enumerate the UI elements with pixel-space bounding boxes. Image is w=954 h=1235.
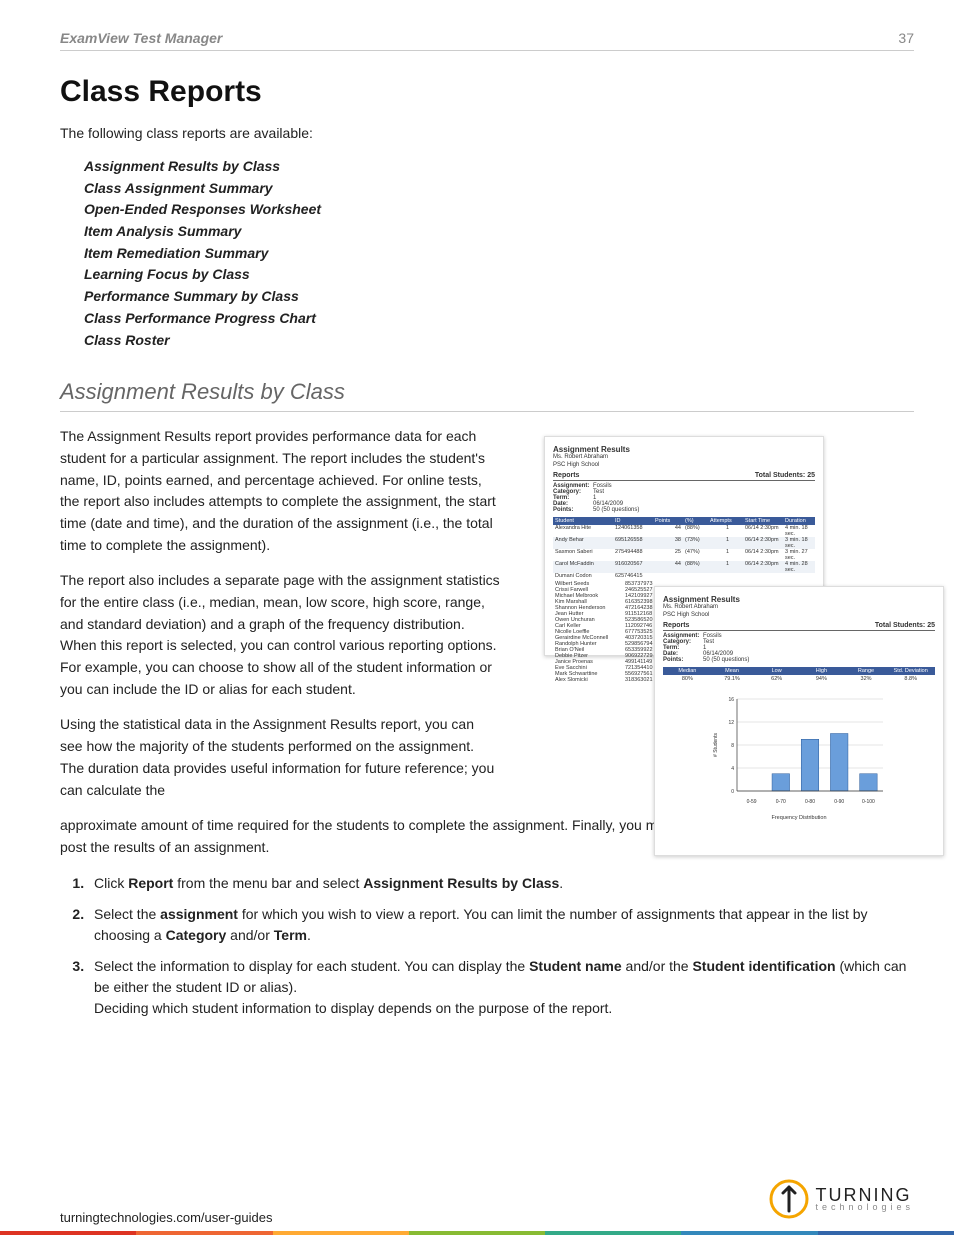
svg-text:0-100: 0-100: [862, 799, 875, 805]
svg-text:4: 4: [731, 766, 734, 772]
report-item: Class Performance Progress Chart: [84, 308, 914, 330]
intro-text: The following class reports are availabl…: [60, 123, 914, 144]
logo-text-bottom: technologies: [815, 1203, 914, 1211]
page-title: Class Reports: [60, 75, 914, 109]
frequency-chart: 0 4 8 12 16 # Students 0-59 0-70 0-80 0-90 0-100 F…: [663, 693, 935, 821]
rs-reports-label: Reports: [553, 472, 579, 479]
rs-school: PSC High School: [663, 612, 935, 618]
step-item: Select the information to display for ea…: [88, 956, 914, 1019]
rs-table-header: StudentIDPoints(%)AttemptsStart TimeDura…: [553, 517, 815, 525]
rs-teacher: Ms. Robert Abraham: [663, 604, 935, 610]
table-row: Dumani Codon625746415: [553, 573, 815, 579]
rs-meta: Assignment:Fossils Category:Test Term:1 …: [553, 483, 815, 513]
section-title: Assignment Results by Class: [60, 379, 914, 412]
svg-text:# Students: # Students: [713, 733, 719, 757]
svg-text:0-59: 0-59: [747, 799, 757, 805]
rs-meta: Assignment:Fossils Category:Test Term:1 …: [663, 633, 935, 663]
report-item: Class Assignment Summary: [84, 178, 914, 200]
svg-text:0-70: 0-70: [776, 799, 786, 805]
page-footer: turningtechnologies.com/user-guides TURN…: [60, 1209, 914, 1225]
rs-total-students: Total Students: 25: [875, 622, 935, 629]
rs-reports-label: Reports: [663, 622, 689, 629]
svg-text:0-90: 0-90: [834, 799, 844, 805]
report-item: Item Analysis Summary: [84, 221, 914, 243]
report-item: Item Remediation Summary: [84, 243, 914, 265]
steps-list: Click Report from the menu bar and selec…: [88, 873, 914, 1019]
report-item: Assignment Results by Class: [84, 156, 914, 178]
logo-text-top: TURNING: [815, 1187, 914, 1203]
report-item: Open-Ended Responses Worksheet: [84, 199, 914, 221]
svg-text:0-80: 0-80: [805, 799, 815, 805]
content-wrap: The Assignment Results report provides p…: [60, 426, 914, 1018]
page-number: 37: [898, 30, 914, 46]
color-stripe: [0, 1231, 954, 1235]
report-item: Learning Focus by Class: [84, 264, 914, 286]
page-header: ExamView Test Manager 37: [60, 30, 914, 51]
body-paragraph: The report also includes a separate page…: [60, 570, 500, 700]
header-title: ExamView Test Manager: [60, 30, 222, 46]
stats-header: MedianMeanLowHighRangeStd. Deviation: [663, 667, 935, 675]
logo-icon: [769, 1179, 809, 1219]
footer-url: turningtechnologies.com/user-guides: [60, 1210, 272, 1225]
svg-text:16: 16: [728, 697, 734, 703]
report-figure: Assignment Results Ms. Robert Abraham PS…: [544, 436, 914, 846]
report-item: Performance Summary by Class: [84, 286, 914, 308]
svg-text:12: 12: [728, 720, 734, 726]
rs-school: PSC High School: [553, 462, 815, 468]
stats-row: 80%79.1%62%94%32%8.8%: [663, 675, 935, 683]
body-paragraph: The Assignment Results report provides p…: [60, 426, 500, 556]
step-item: Select the assignment for which you wish…: [88, 904, 914, 946]
rs-title: Assignment Results: [553, 445, 815, 454]
turning-logo: TURNING technologies: [769, 1179, 914, 1219]
table-row: Alexandra Hite12406135844(88%)106/14 2:3…: [553, 525, 815, 537]
table-row: Andy Behar69512655838(73%)106/14 2:30pm3…: [553, 537, 815, 549]
rs-teacher: Ms. Robert Abraham: [553, 454, 815, 460]
report-list: Assignment Results by Class Class Assign…: [84, 156, 914, 351]
table-row: Sasmon Saberi27549448825(47%)106/14 2:30…: [553, 549, 815, 561]
report-sheet-stats: Assignment Results Ms. Robert Abraham PS…: [654, 586, 944, 856]
chart-caption: Frequency Distribution: [663, 815, 935, 821]
rs-total-students: Total Students: 25: [755, 472, 815, 479]
table-row: Carol McFaddin91602056744(88%)106/14 2:3…: [553, 561, 815, 573]
report-item: Class Roster: [84, 330, 914, 352]
svg-text:8: 8: [731, 743, 734, 749]
body-paragraph: Using the statistical data in the Assign…: [60, 714, 500, 801]
svg-text:0: 0: [731, 789, 734, 795]
rs-title: Assignment Results: [663, 595, 935, 604]
step-item: Click Report from the menu bar and selec…: [88, 873, 914, 894]
